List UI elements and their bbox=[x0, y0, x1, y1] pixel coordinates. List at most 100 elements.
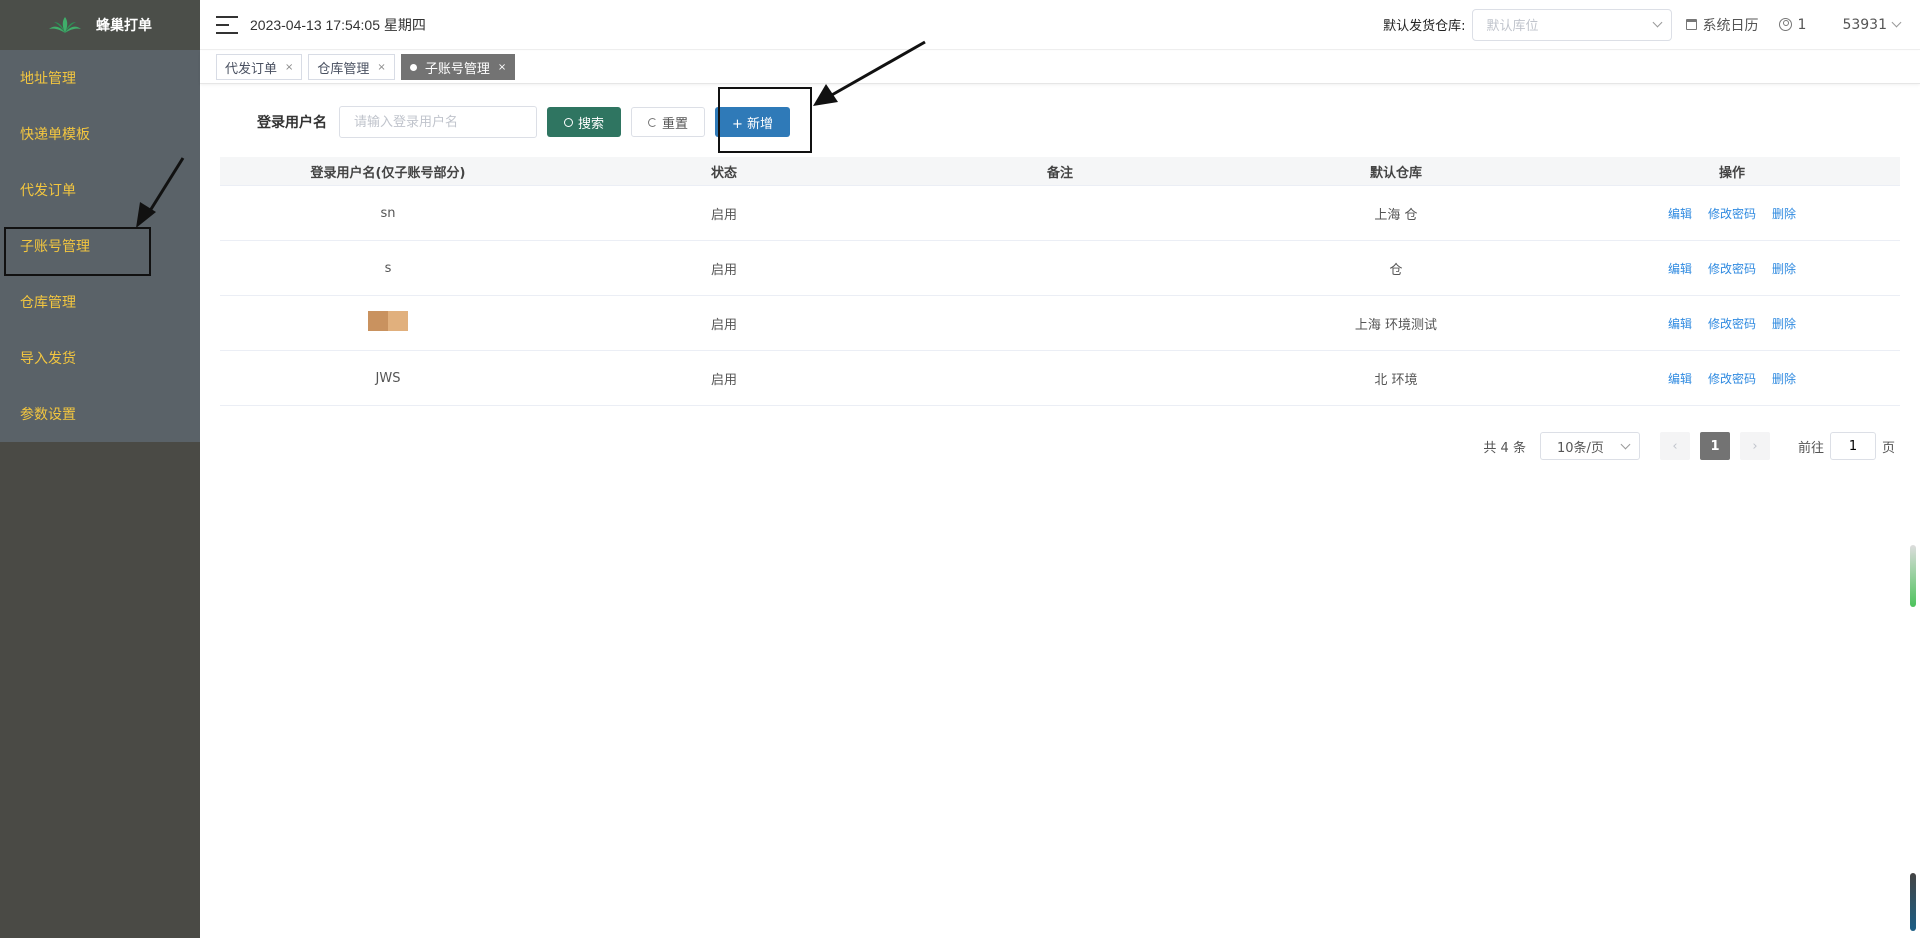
page-size-value: 10条/页 bbox=[1556, 440, 1604, 456]
search-button-label: 搜索 bbox=[578, 116, 605, 132]
delete-button[interactable]: 删除 bbox=[1772, 315, 1796, 332]
sidebar: 蜂巢打单 地址管理 快递单模板 代发订单 子账号管理 仓库管理 导入发货 参数设… bbox=[0, 0, 200, 938]
close-icon[interactable]: × bbox=[498, 62, 506, 73]
sidebar-item-import-ship[interactable]: 导入发货 bbox=[0, 330, 200, 386]
sidebar-item-label: 参数设置 bbox=[20, 407, 76, 423]
system-calendar-link[interactable]: 系统日历 bbox=[1685, 15, 1759, 35]
cell-actions: 编辑 修改密码 删除 bbox=[1564, 315, 1900, 332]
change-password-button[interactable]: 修改密码 bbox=[1708, 205, 1756, 222]
cell-warehouse: 北 环境 bbox=[1228, 369, 1564, 388]
user-icon bbox=[1778, 18, 1792, 31]
edit-button[interactable]: 编辑 bbox=[1668, 315, 1692, 332]
page-suffix: 页 bbox=[1881, 440, 1895, 456]
sidebar-item-label: 导入发货 bbox=[20, 351, 76, 367]
table-row: JWS 启用 北 环境 编辑 修改密码 删除 bbox=[220, 351, 1900, 406]
warehouse-placeholder: 默认库位 bbox=[1486, 19, 1539, 34]
scroll-indicator bbox=[1910, 873, 1916, 931]
account-menu[interactable]: 53931 bbox=[1842, 16, 1902, 33]
table-row: sn 启用 上海 仓 编辑 修改密码 删除 bbox=[220, 186, 1900, 241]
col-remark: 备注 bbox=[1046, 165, 1073, 181]
reset-button[interactable]: 重置 bbox=[631, 107, 706, 137]
goto-label: 前往 bbox=[1797, 440, 1824, 456]
user-count-value: 1 bbox=[1797, 16, 1807, 33]
calendar-icon bbox=[1685, 19, 1697, 30]
page-size-select[interactable]: 10条/页 bbox=[1539, 432, 1640, 460]
refresh-icon bbox=[648, 117, 658, 127]
delete-button[interactable]: 删除 bbox=[1772, 260, 1796, 277]
chevron-down-icon bbox=[1620, 439, 1631, 449]
cell-status: 启用 bbox=[710, 317, 737, 333]
cell-username: JWS bbox=[375, 370, 401, 386]
change-password-button[interactable]: 修改密码 bbox=[1708, 370, 1756, 387]
scroll-indicator bbox=[1910, 545, 1916, 607]
username-search-input[interactable] bbox=[339, 106, 537, 138]
calendar-label: 系统日历 bbox=[1702, 17, 1759, 34]
tab-label: 子账号管理 bbox=[424, 61, 490, 77]
tab-label: 代发订单 bbox=[225, 61, 278, 77]
search-icon bbox=[564, 117, 573, 127]
page-number[interactable]: 1 bbox=[1699, 432, 1730, 460]
change-password-button[interactable]: 修改密码 bbox=[1708, 260, 1756, 277]
close-icon[interactable]: × bbox=[377, 62, 385, 73]
sidebar-item-label: 地址管理 bbox=[20, 71, 76, 87]
tab-subaccounts[interactable]: 子账号管理 × bbox=[400, 54, 516, 80]
reset-button-label: 重置 bbox=[662, 116, 689, 132]
sidebar-item-address[interactable]: 地址管理 bbox=[0, 50, 200, 106]
col-warehouse: 默认仓库 bbox=[1369, 165, 1422, 181]
sidebar-item-settings[interactable]: 参数设置 bbox=[0, 386, 200, 442]
account-name: 53931 bbox=[1842, 16, 1887, 33]
sidebar-item-dropship-orders[interactable]: 代发订单 bbox=[0, 162, 200, 218]
warehouse-text: 北 环境 bbox=[1374, 372, 1418, 388]
menu-toggle-icon[interactable] bbox=[216, 15, 238, 34]
sidebar-item-warehouse[interactable]: 仓库管理 bbox=[0, 274, 200, 330]
total-count: 共 4 条 bbox=[1483, 440, 1526, 456]
sidebar-item-express-template[interactable]: 快递单模板 bbox=[0, 106, 200, 162]
default-warehouse-select[interactable]: 默认库位 bbox=[1471, 8, 1672, 41]
tab-dropship-orders[interactable]: 代发订单 × bbox=[216, 54, 303, 80]
close-icon[interactable]: × bbox=[285, 62, 293, 73]
cell-actions: 编辑 修改密码 删除 bbox=[1564, 370, 1900, 387]
username-label: 登录用户名 bbox=[257, 115, 327, 131]
prev-page-button[interactable]: ‹ bbox=[1659, 432, 1690, 460]
cell-warehouse: 仓 bbox=[1389, 262, 1403, 278]
delete-button[interactable]: 删除 bbox=[1772, 370, 1796, 387]
table-row: 启用 上海 环境测试 编辑 修改密码 删除 bbox=[220, 296, 1900, 351]
default-warehouse-label: 默认发货仓库: bbox=[1383, 19, 1466, 34]
chevron-down-icon bbox=[1891, 17, 1902, 28]
user-count[interactable]: 1 bbox=[1778, 16, 1807, 33]
col-status: 状态 bbox=[710, 165, 737, 181]
edit-button[interactable]: 编辑 bbox=[1668, 370, 1692, 387]
brand-name: 蜂巢打单 bbox=[96, 18, 152, 34]
cell-status: 启用 bbox=[710, 372, 737, 388]
cell-username: sn bbox=[380, 205, 396, 221]
cell-username bbox=[220, 311, 556, 335]
header-right: 默认发货仓库: 默认库位 系统日历 1 53931 bbox=[1383, 8, 1902, 41]
col-actions: 操作 bbox=[1718, 165, 1745, 181]
leaf-logo-icon bbox=[49, 17, 81, 33]
tabs-bar: 代发订单 × 仓库管理 × 子账号管理 × bbox=[200, 51, 1920, 84]
annotation-box-add bbox=[718, 87, 812, 153]
edit-button[interactable]: 编辑 bbox=[1668, 260, 1692, 277]
edit-button[interactable]: 编辑 bbox=[1668, 205, 1692, 222]
goto-page-input[interactable] bbox=[1829, 432, 1876, 460]
brand: 蜂巢打单 bbox=[0, 0, 200, 50]
table-row: s 启用 仓 编辑 修改密码 删除 bbox=[220, 241, 1900, 296]
cell-actions: 编辑 修改密码 删除 bbox=[1564, 260, 1900, 277]
delete-button[interactable]: 删除 bbox=[1772, 205, 1796, 222]
cell-actions: 编辑 修改密码 删除 bbox=[1564, 205, 1900, 222]
tab-label: 仓库管理 bbox=[317, 61, 370, 77]
current-datetime: 2023-04-13 17:54:05 星期四 bbox=[250, 16, 426, 33]
cell-warehouse: 上海 环境测试 bbox=[1354, 317, 1438, 333]
annotation-box-sidebar bbox=[4, 227, 151, 276]
next-page-button[interactable]: › bbox=[1739, 432, 1770, 460]
pagination: 共 4 条 10条/页 ‹ 1 › 前往 页 bbox=[1483, 432, 1895, 460]
cell-status: 启用 bbox=[710, 207, 737, 223]
sidebar-item-label: 仓库管理 bbox=[20, 295, 76, 311]
subaccount-table: 登录用户名(仅子账号部分) 状态 备注 默认仓库 操作 sn 启用 上海 仓 编… bbox=[220, 157, 1900, 406]
tab-warehouse[interactable]: 仓库管理 × bbox=[308, 54, 395, 80]
top-header: 2023-04-13 17:54:05 星期四 默认发货仓库: 默认库位 系统日… bbox=[200, 0, 1920, 50]
change-password-button[interactable]: 修改密码 bbox=[1708, 315, 1756, 332]
search-button[interactable]: 搜索 bbox=[547, 107, 622, 137]
sidebar-item-label: 代发订单 bbox=[20, 183, 76, 199]
annotation-arrows bbox=[136, 40, 926, 228]
